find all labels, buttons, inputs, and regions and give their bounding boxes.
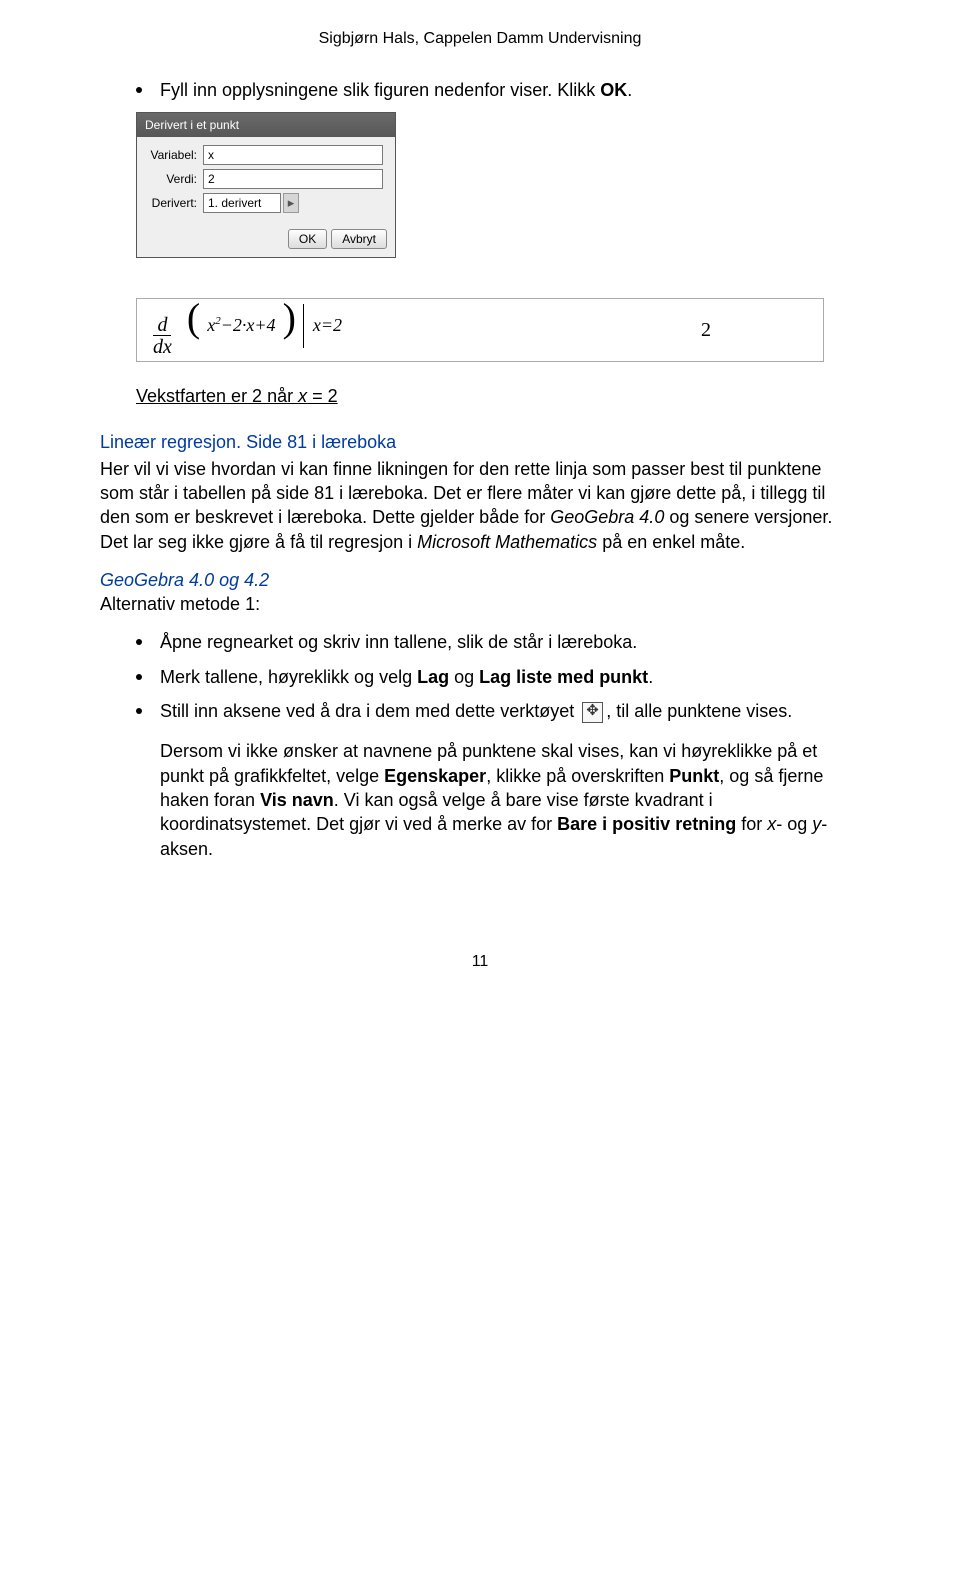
vekstfart-line: Vekstfarten er 2 når x = 2: [136, 384, 860, 408]
text-italic: x: [298, 386, 307, 406]
input-variabel[interactable]: [203, 145, 383, 165]
ok-button[interactable]: OK: [288, 229, 327, 249]
bullet-text: Merk tallene, høyreklikk og velg Lag og …: [160, 665, 860, 689]
bullet-text: Still inn aksene ved å dra i dem med det…: [160, 699, 860, 723]
text-bold: Punkt: [669, 766, 719, 786]
dialog-footer: OK Avbryt: [137, 223, 395, 257]
text-bold: Vis navn: [260, 790, 334, 810]
frac-num: d: [153, 315, 171, 336]
linear-heading: Lineær regresjon. Side 81 i læreboka: [100, 430, 860, 454]
bullet-icon: [136, 87, 142, 93]
math-result: 2: [701, 317, 811, 344]
text: Merk tallene, høyreklikk og velg: [160, 667, 417, 687]
cancel-button[interactable]: Avbryt: [331, 229, 387, 249]
frac-den: dx: [149, 336, 176, 358]
input-verdi[interactable]: [203, 169, 383, 189]
math-expression-box: d dx ( x2−2·x+4 ) x=2 2: [136, 298, 824, 362]
text-bold: OK: [600, 80, 627, 100]
text-italic: GeoGebra 4.0: [550, 507, 664, 527]
link-text: Lineær regresjon.: [100, 432, 246, 452]
text-italic: y: [812, 814, 821, 834]
page-header: Sigbjørn Hals, Cappelen Damm Undervisnin…: [100, 28, 860, 50]
text-bold: Egenskaper: [384, 766, 486, 786]
bullet-alt-1: Åpne regnearket og skriv inn tallene, sl…: [136, 630, 860, 654]
alt-metode-label: Alternativ metode 1:: [100, 592, 860, 616]
text-bold: Bare i positiv retning: [557, 814, 736, 834]
math-cond: x=2: [313, 315, 342, 335]
label-verdi: Verdi:: [145, 171, 203, 187]
text: - og: [776, 814, 812, 834]
bullet-text: Fyll inn opplysningene slik figuren nede…: [160, 78, 860, 102]
math-left: d dx ( x2−2·x+4 ) x=2: [149, 302, 344, 358]
paren-close-icon: ): [283, 295, 296, 340]
label-variabel: Variabel:: [145, 147, 203, 163]
paragraph-dersom: Dersom vi ikke ønsker at navnene på punk…: [160, 739, 860, 860]
text: = 2: [307, 386, 338, 406]
link-text: Side 81 i læreboka: [246, 432, 396, 452]
text: , klikke på overskriften: [486, 766, 669, 786]
text: .: [627, 80, 632, 100]
bullet-text: Åpne regnearket og skriv inn tallene, sl…: [160, 630, 860, 654]
input-derivert[interactable]: [203, 193, 281, 213]
paragraph-1: Her vil vi vise hvordan vi kan finne lik…: [100, 457, 860, 554]
pipe-icon: [303, 304, 304, 348]
dialog-body: Variabel: Verdi: Derivert: ▸: [137, 137, 395, 223]
page-number: 11: [100, 951, 860, 973]
text: og: [449, 667, 479, 687]
bullet-fill-in: Fyll inn opplysningene slik figuren nede…: [136, 78, 860, 102]
text: på en enkel måte.: [597, 532, 745, 552]
text-italic: x: [767, 814, 776, 834]
fraction-icon: d dx: [149, 315, 176, 358]
subheading: GeoGebra 4.0 og 4.2: [100, 568, 860, 592]
text: Fyll inn opplysningene slik figuren nede…: [160, 80, 600, 100]
text: Still inn aksene ved å dra i dem med det…: [160, 701, 579, 721]
geo42-heading: GeoGebra 4.0 og 4.2 Alternativ metode 1:: [100, 568, 860, 617]
move-tool-icon: [582, 702, 603, 723]
spinner-icon[interactable]: ▸: [283, 193, 299, 213]
text: .: [648, 667, 653, 687]
text-bold: Lag liste med punkt: [479, 667, 648, 687]
bullet-icon: [136, 674, 142, 680]
bullet-alt-3: Still inn aksene ved å dra i dem med det…: [136, 699, 860, 723]
text-italic: Microsoft Mathematics: [417, 532, 597, 552]
derivative-dialog: Derivert i et punkt Variabel: Verdi: Der…: [136, 112, 396, 258]
dialog-title: Derivert i et punkt: [137, 113, 395, 137]
bullet-alt-2: Merk tallene, høyreklikk og velg Lag og …: [136, 665, 860, 689]
dialog-container: Derivert i et punkt Variabel: Verdi: Der…: [136, 112, 860, 258]
text: for: [736, 814, 767, 834]
label-derivert: Derivert:: [145, 195, 203, 211]
math-expr: x2−2·x+4: [207, 315, 275, 335]
text: Vekstfarten er 2 når: [136, 386, 298, 406]
bullet-icon: [136, 639, 142, 645]
text-bold: Lag: [417, 667, 449, 687]
bullet-icon: [136, 708, 142, 714]
text: , til alle punktene vises.: [606, 701, 792, 721]
paren-open-icon: (: [187, 295, 200, 340]
